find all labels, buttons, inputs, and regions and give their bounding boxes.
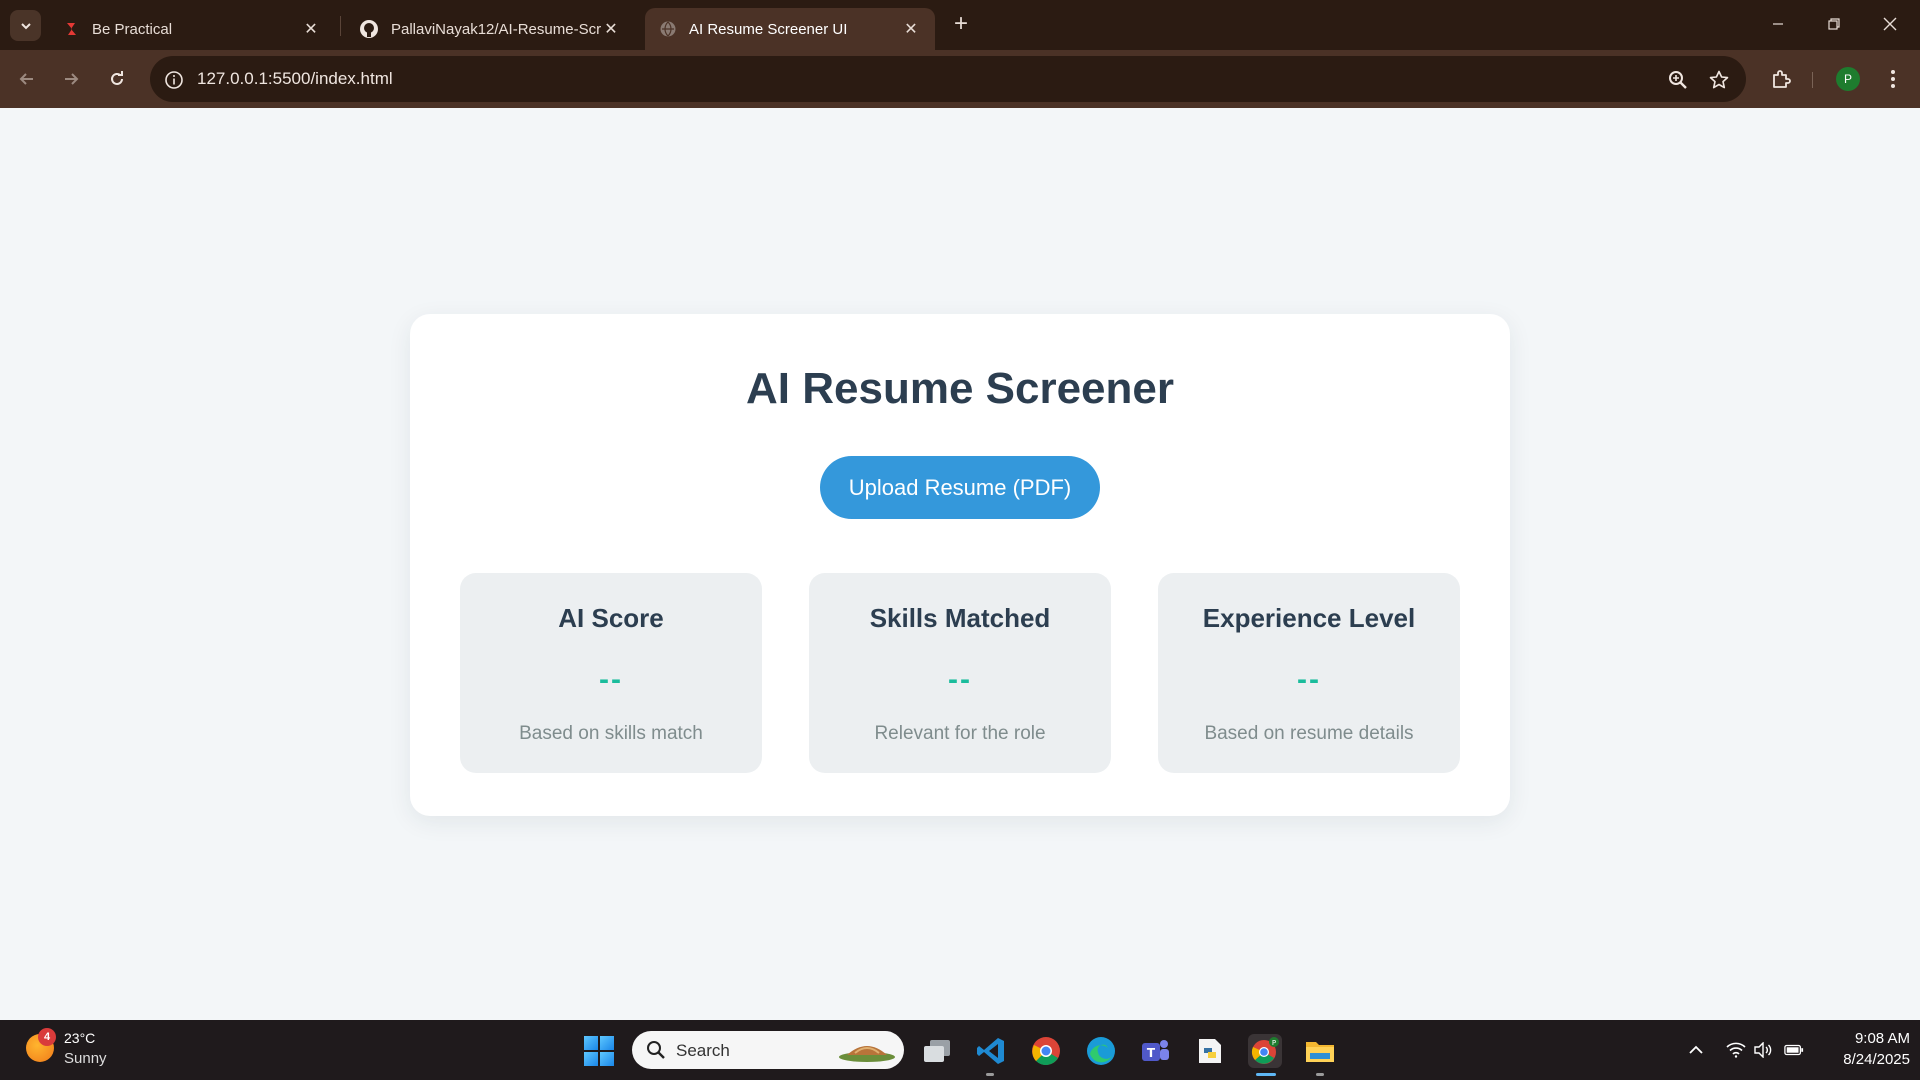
forward-button[interactable] [56, 64, 86, 94]
clock-date[interactable]: 8/24/2025 [1810, 1051, 1910, 1068]
page-viewport: AI Resume Screener Upload Resume (PDF) A… [0, 108, 1920, 1020]
back-button[interactable] [12, 64, 42, 94]
bookmark-star-icon[interactable] [1707, 68, 1731, 92]
minimize-icon [1773, 23, 1783, 25]
arrow-right-icon [65, 73, 79, 85]
taskbar-search[interactable]: Search [632, 1031, 904, 1069]
browser-toolbar: 127.0.0.1:5500/index.html P [0, 50, 1920, 108]
window-close-button[interactable] [1862, 0, 1918, 48]
search-highlight-art-icon [839, 1046, 895, 1062]
zoom-icon[interactable] [1666, 68, 1690, 92]
experience-level-card: Experience Level -- Based on resume deta… [1158, 573, 1460, 773]
stat-description: Based on skills match [519, 723, 703, 744]
address-bar[interactable]: 127.0.0.1:5500/index.html [150, 56, 1746, 102]
stat-title: Experience Level [1202, 603, 1416, 633]
chrome-icon[interactable] [1029, 1034, 1063, 1068]
ai-score-card: AI Score -- Based on skills match [460, 573, 762, 773]
close-icon[interactable]: ✕ [901, 19, 921, 39]
profile-avatar[interactable]: P [1836, 67, 1860, 91]
active-indicator [1256, 1073, 1276, 1076]
restore-button[interactable] [1806, 0, 1862, 48]
windows-start-icon[interactable] [584, 1036, 614, 1066]
teams-icon[interactable]: T [1138, 1034, 1172, 1068]
tab-label: Be Practical [92, 20, 173, 38]
browser-tab-bar: Be Practical ✕ PallaviNayak12/AI-Resume-… [0, 0, 1920, 50]
search-icon [647, 1041, 665, 1059]
stat-description: Relevant for the role [874, 723, 1046, 744]
screener-card: AI Resume Screener Upload Resume (PDF) A… [410, 314, 1510, 816]
toolbar-divider [1812, 72, 1813, 88]
upload-resume-button[interactable]: Upload Resume (PDF) [820, 456, 1100, 519]
chevron-up-icon[interactable] [1686, 1040, 1706, 1060]
reload-icon [111, 71, 123, 85]
tab-label: AI Resume Screener UI [689, 20, 848, 38]
restore-icon [1828, 18, 1840, 30]
stat-value: -- [948, 663, 972, 696]
be-practical-favicon [67, 23, 76, 35]
tab-divider [340, 16, 341, 36]
running-indicator [1316, 1073, 1324, 1076]
vscode-icon[interactable] [974, 1034, 1008, 1068]
close-icon[interactable]: ✕ [301, 19, 321, 39]
weather-temperature: 23°C [64, 1030, 96, 1046]
skills-matched-card: Skills Matched -- Relevant for the role [809, 573, 1111, 773]
url-text[interactable]: 127.0.0.1:5500/index.html [197, 69, 393, 89]
running-indicator [986, 1073, 994, 1076]
stat-title: Skills Matched [869, 603, 1051, 633]
info-icon[interactable] [162, 68, 186, 92]
notification-badge: 4 [38, 1028, 56, 1046]
svg-text:P: P [1272, 1039, 1276, 1047]
stat-value: -- [599, 663, 623, 696]
chevron-down-icon [20, 22, 31, 29]
close-icon [1883, 17, 1897, 31]
close-icon[interactable]: ✕ [601, 19, 621, 39]
tab-label: PallaviNayak12/AI-Resume-Screener [391, 20, 601, 38]
chrome-profile-icon[interactable]: P [1248, 1034, 1282, 1068]
extensions-icon[interactable] [1766, 64, 1796, 94]
python-editor-icon[interactable] [1193, 1034, 1227, 1068]
stat-value: -- [1297, 663, 1321, 696]
edge-icon[interactable] [1084, 1034, 1118, 1068]
tab-ai-resume-screener[interactable]: AI Resume Screener UI ✕ [645, 8, 935, 50]
new-tab-button[interactable]: + [949, 12, 973, 36]
tab-search-button[interactable] [10, 10, 41, 41]
speaker-icon[interactable] [1753, 1040, 1773, 1060]
tab-github[interactable]: PallaviNayak12/AI-Resume-Screener ✕ [345, 8, 635, 50]
search-placeholder: Search [676, 1041, 730, 1060]
folder-icon[interactable] [1303, 1034, 1337, 1068]
minimize-button[interactable] [1750, 0, 1806, 48]
page-title: AI Resume Screener [746, 364, 1174, 413]
menu-kebab-icon[interactable] [1878, 64, 1908, 94]
globe-icon [660, 21, 676, 37]
reload-button[interactable] [102, 64, 132, 94]
arrow-left-icon [19, 73, 33, 85]
svg-text:T: T [1147, 1046, 1156, 1060]
stat-title: AI Score [558, 603, 664, 633]
tab-be-practical[interactable]: Be Practical ✕ [50, 8, 335, 50]
github-icon [360, 20, 378, 38]
stat-description: Based on resume details [1204, 723, 1414, 744]
clock-time[interactable]: 9:08 AM [1830, 1030, 1910, 1047]
battery-icon[interactable] [1784, 1040, 1804, 1060]
wifi-icon[interactable] [1726, 1040, 1746, 1060]
taskbar: 4 23°C Sunny Search T P 9:08 AM 8/24/202… [0, 1020, 1920, 1080]
task-view-icon[interactable] [920, 1034, 954, 1068]
weather-condition: Sunny [64, 1050, 107, 1067]
